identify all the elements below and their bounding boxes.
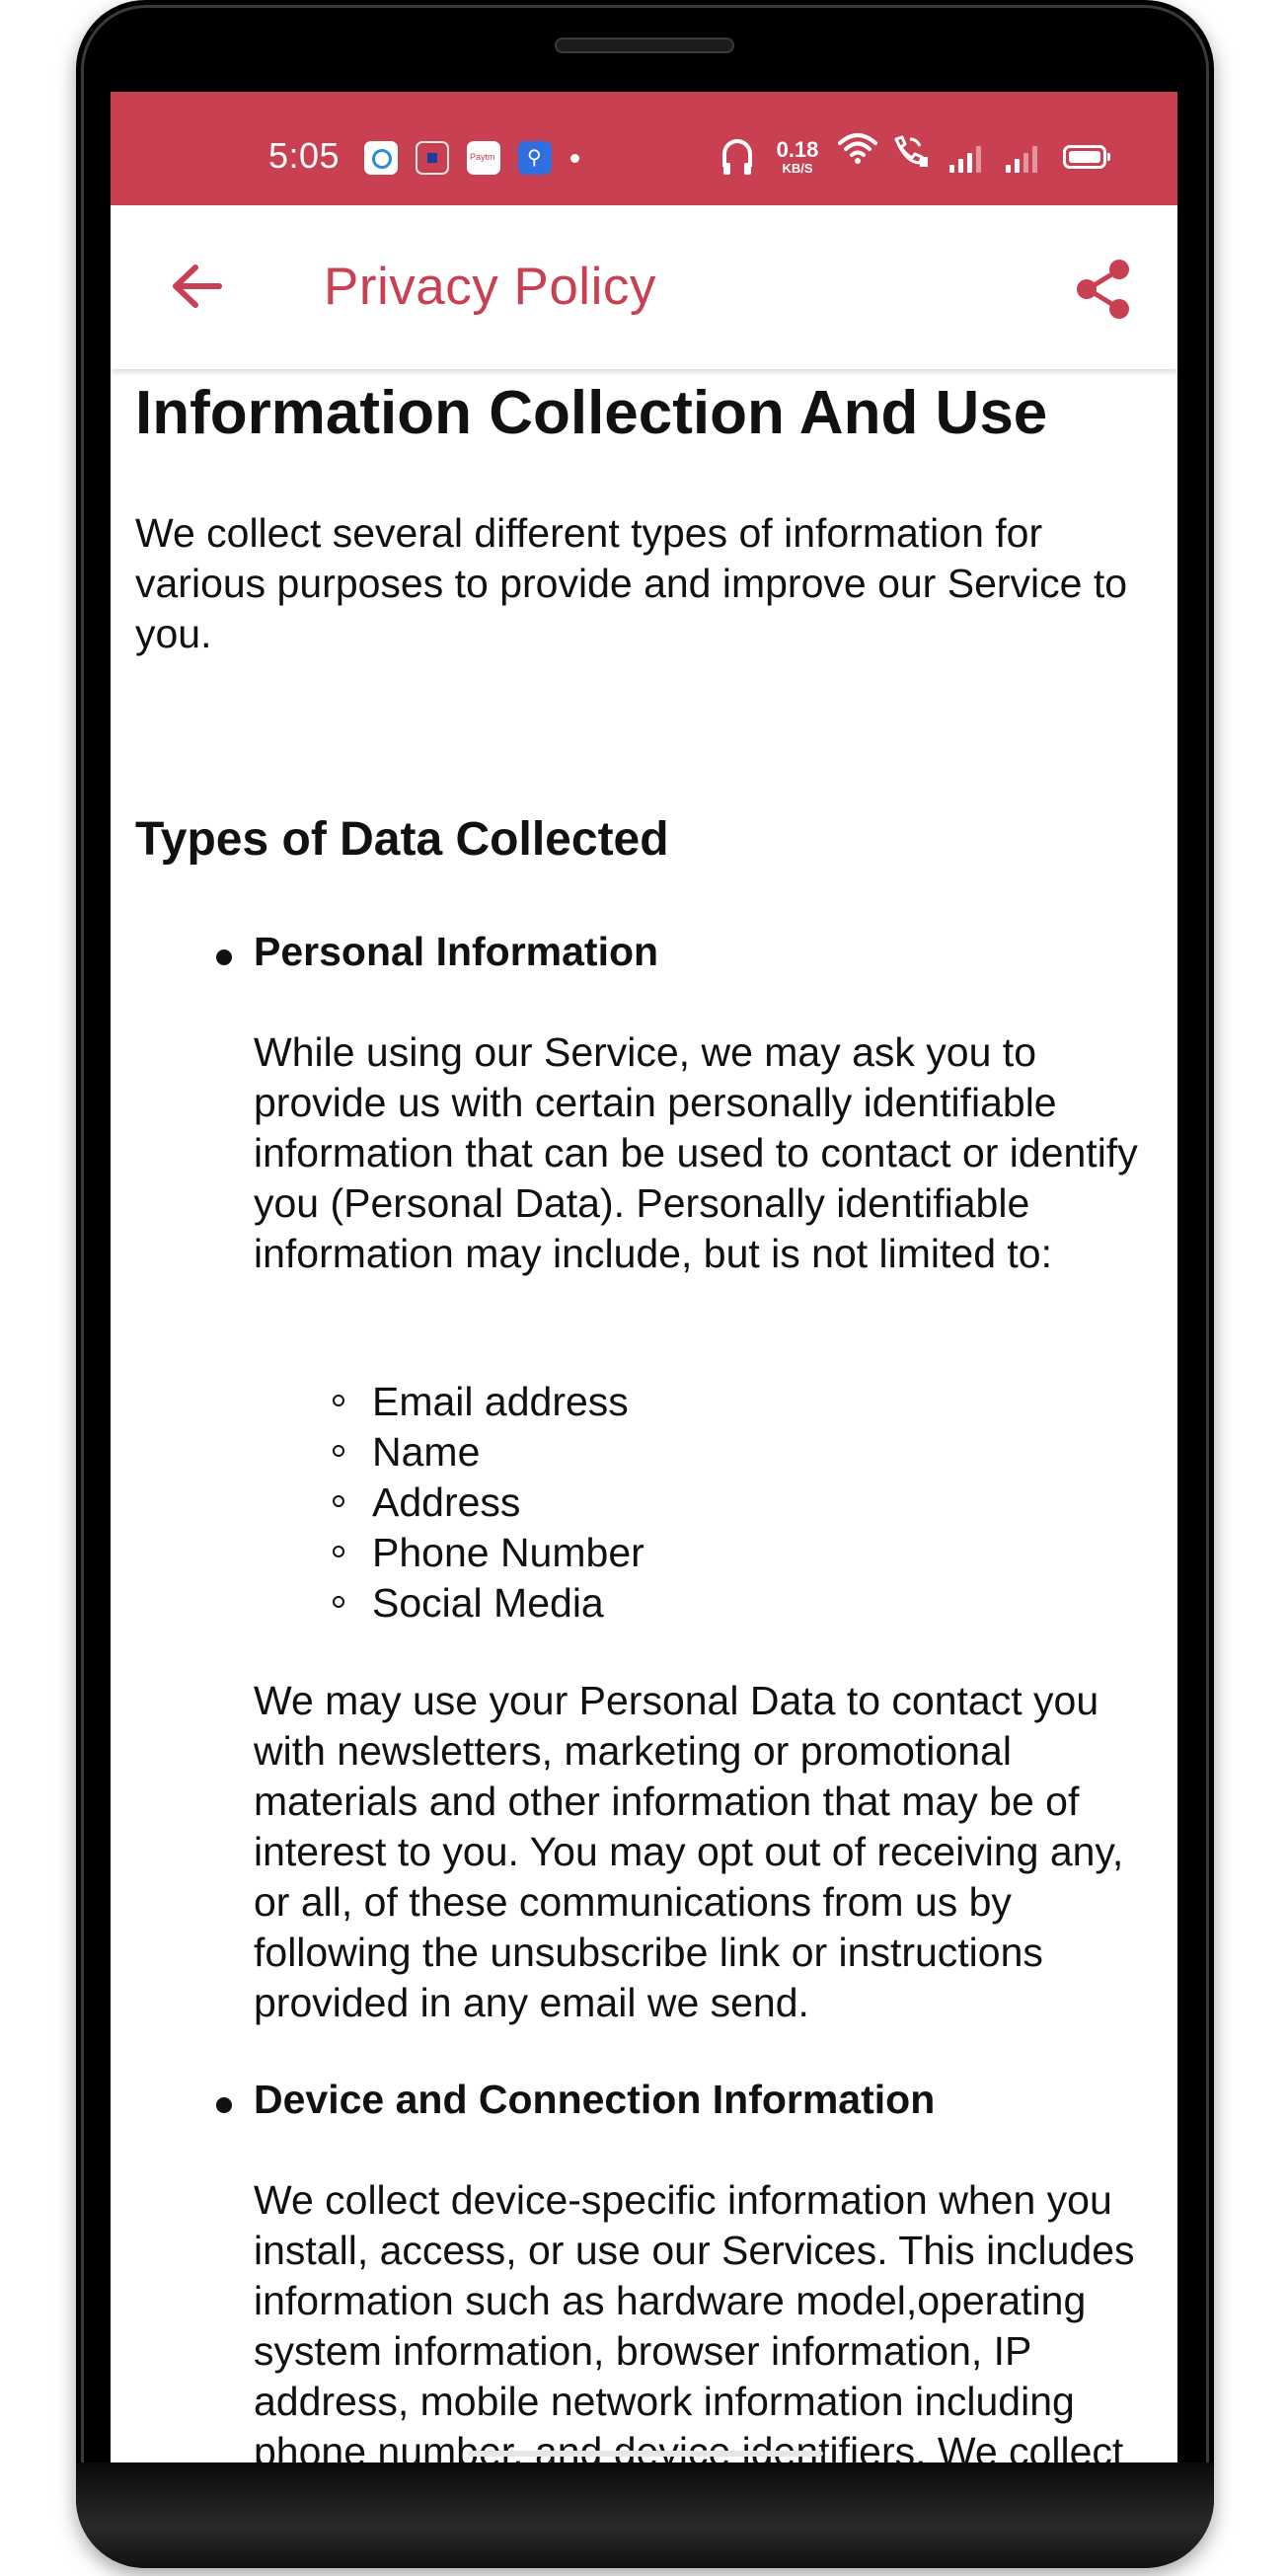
wifi-icon (838, 131, 877, 174)
home-indicator (468, 2451, 823, 2457)
earpiece-speaker (555, 38, 734, 53)
circle-bullet-icon (333, 1495, 344, 1507)
circle-bullet-icon (333, 1546, 344, 1557)
status-time: 5:05 (268, 135, 341, 176)
personal-data-usage-paragraph: We may use your Personal Data to contact… (254, 1678, 1124, 2025)
share-button[interactable] (1066, 251, 1141, 326)
device-information-paragraph: We collect device-specific information w… (254, 2177, 1135, 2462)
network-speed-unit: KB/S (782, 161, 813, 176)
network-speed: 0.18 KB/S (770, 137, 825, 176)
item-title-personal-information: Personal Information (254, 929, 659, 974)
dot-icon (570, 154, 579, 163)
signal-icon (1004, 143, 1043, 173)
list-item-label: Social Media (372, 1580, 604, 1626)
wifi-calling-icon (890, 133, 930, 177)
list-item-label: Name (372, 1429, 481, 1475)
notification-square-icon (416, 141, 449, 175)
personal-data-list: Email address Name Address Phone Number … (333, 1377, 644, 1629)
share-icon (1077, 260, 1129, 319)
item-title-device-connection: Device and Connection Information (254, 2077, 936, 2122)
intro-paragraph: We collect several different types of in… (135, 510, 1128, 656)
list-item: Email address (333, 1377, 644, 1427)
phone-screen: 5:05 0.18 KB/S (111, 92, 1177, 2462)
usb-icon (518, 141, 552, 175)
list-item: Name (333, 1427, 644, 1477)
list-item-label: Email address (372, 1379, 629, 1424)
headphone-icon (722, 139, 752, 175)
screenshot-stage: 5:05 0.18 KB/S (0, 0, 1288, 2576)
page-title: Privacy Policy (324, 258, 656, 316)
circle-bullet-icon (333, 1445, 344, 1457)
section-heading: Information Collection And Use (135, 379, 1048, 447)
back-button[interactable] (160, 251, 239, 322)
battery-icon (1063, 145, 1110, 169)
list-item-label: Address (372, 1479, 521, 1525)
phone-chin (76, 2462, 1214, 2568)
circle-bullet-icon (333, 1395, 344, 1406)
subsection-heading: Types of Data Collected (135, 813, 669, 866)
bullet-icon (216, 949, 232, 965)
list-item: Phone Number (333, 1528, 644, 1578)
status-bar: 5:05 0.18 KB/S (111, 92, 1177, 205)
notification-app-icon (364, 141, 398, 175)
bullet-icon (216, 2097, 232, 2113)
list-item: Social Media (333, 1578, 644, 1629)
personal-information-paragraph: While using our Service, we may ask you … (254, 1029, 1138, 1276)
network-speed-value: 0.18 (776, 137, 819, 162)
arrow-left-icon (173, 265, 222, 308)
list-item-label: Phone Number (372, 1530, 644, 1575)
paytm-icon (467, 141, 500, 175)
signal-icon (947, 143, 987, 173)
circle-bullet-icon (333, 1596, 344, 1608)
list-item: Address (333, 1477, 644, 1528)
app-bar: Privacy Policy (111, 205, 1177, 369)
